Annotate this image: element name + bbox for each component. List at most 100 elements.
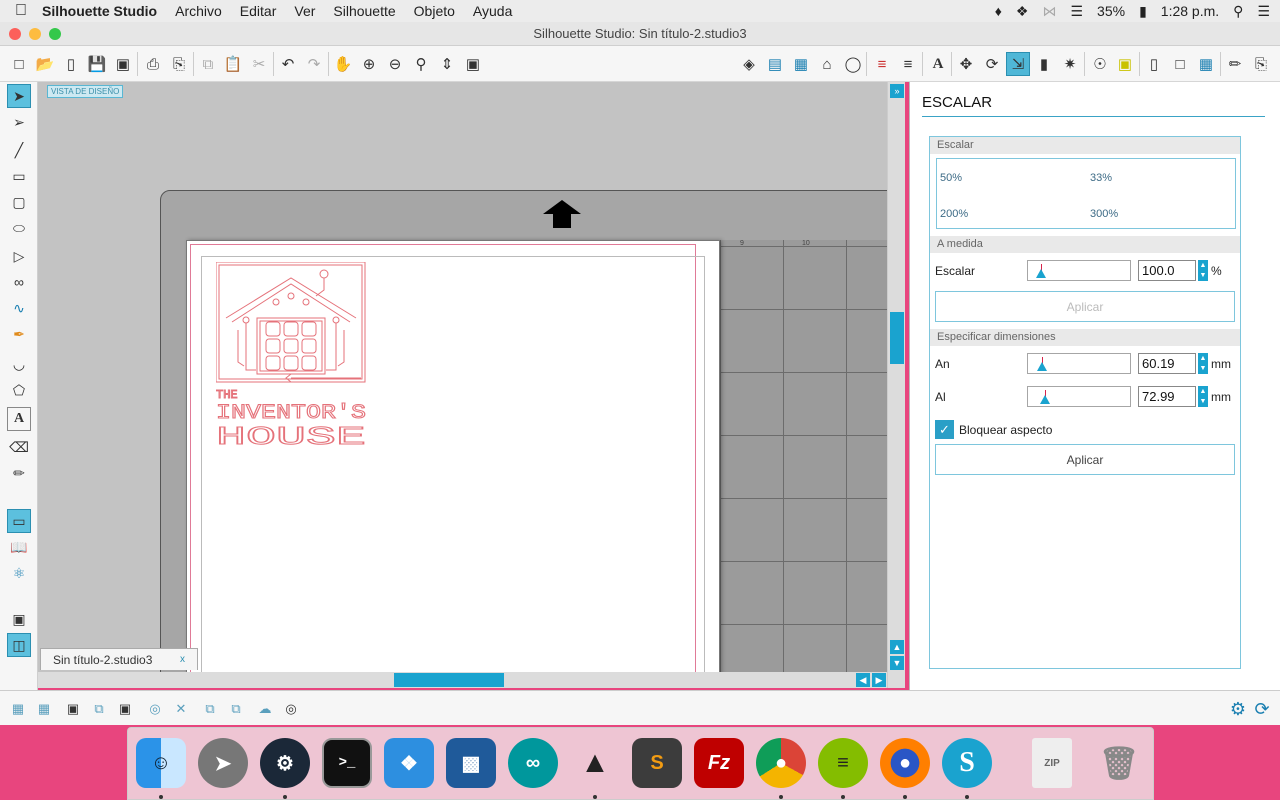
redo-icon[interactable]: ↷ xyxy=(302,52,326,76)
preset-300[interactable]: 300% xyxy=(1090,208,1118,220)
settings-gear-icon[interactable]: ⚙ xyxy=(1226,697,1250,721)
point-edit-icon[interactable]: ➢ xyxy=(7,110,31,134)
zoom-out-icon[interactable]: ⊖ xyxy=(383,52,407,76)
inventors-house-logo[interactable]: THE INVENTOR'S HOUSE xyxy=(216,262,368,450)
window-view-icon[interactable]: ▣ xyxy=(7,607,31,631)
clock[interactable]: 1:28 p.m. xyxy=(1161,3,1219,19)
gradient-icon[interactable]: ▤ xyxy=(763,52,787,76)
line-tool-icon[interactable]: ╱ xyxy=(7,138,31,162)
rotate-icon[interactable]: ⟳ xyxy=(980,52,1004,76)
scale-icon[interactable]: ⇲ xyxy=(1006,52,1030,76)
send-to-cutter-icon[interactable]: ⎘ xyxy=(1249,52,1273,76)
new-icon[interactable]: □ xyxy=(7,52,31,76)
collapse-panel-icon[interactable]: » xyxy=(890,84,904,98)
text-icon[interactable]: A xyxy=(926,52,950,76)
minimize-window-icon[interactable] xyxy=(29,28,41,40)
menu-objeto[interactable]: Objeto xyxy=(414,3,455,19)
design-view-icon[interactable]: ▭ xyxy=(7,509,31,533)
inkscape-icon[interactable]: ▲ xyxy=(570,738,620,788)
close-window-icon[interactable] xyxy=(9,28,21,40)
height-stepper[interactable]: ▲ ▼ xyxy=(1198,386,1208,407)
scroll-down-icon[interactable]: ▼ xyxy=(890,656,904,670)
document-tab[interactable]: Sin título-2.studio3 x xyxy=(40,648,198,670)
send-icon[interactable]: ⎘ xyxy=(167,52,191,76)
ellipse-tool-icon[interactable]: ⬭ xyxy=(7,216,31,240)
align-icon[interactable]: ▮ xyxy=(1032,52,1056,76)
zoom-box-icon[interactable]: ⚲ xyxy=(409,52,433,76)
lines-icon[interactable]: ≡ xyxy=(870,52,894,76)
copy-icon[interactable]: ⧉ xyxy=(196,52,220,76)
knife-icon[interactable]: ✏ xyxy=(1223,52,1247,76)
width-stepper[interactable]: ▲ ▼ xyxy=(1198,353,1208,374)
text-tool-icon[interactable]: A xyxy=(7,407,31,431)
dropbox-dock-icon[interactable]: ❖ xyxy=(384,738,434,788)
scroll-left-icon[interactable]: ◀ xyxy=(856,673,870,687)
line-color-icon[interactable]: ◯ xyxy=(841,52,865,76)
sublime-icon[interactable]: S xyxy=(632,738,682,788)
group-icon[interactable]: ▦ xyxy=(6,697,30,721)
app-menu[interactable]: Silhouette Studio xyxy=(42,3,157,19)
menu-archivo[interactable]: Archivo xyxy=(175,3,222,19)
finder-icon[interactable]: ☺ xyxy=(136,738,186,788)
scale-slider[interactable] xyxy=(1027,260,1131,281)
arc-tool-icon[interactable]: ◡ xyxy=(7,352,31,376)
spotlight-icon[interactable]: ⚲ xyxy=(1233,3,1243,20)
delete-icon[interactable]: ✕ xyxy=(169,697,193,721)
chrome-icon[interactable]: ● xyxy=(756,738,806,788)
trace-icon[interactable]: ☉ xyxy=(1088,52,1112,76)
cut-settings-icon[interactable]: □ xyxy=(1168,52,1192,76)
release-compound-icon[interactable]: ⧉ xyxy=(87,697,111,721)
dropbox-icon[interactable]: ❖ xyxy=(1016,3,1029,20)
print-icon[interactable]: ⎙ xyxy=(141,52,165,76)
open-icon[interactable]: 📂 xyxy=(33,52,57,76)
spotify-icon[interactable]: ≡ xyxy=(818,738,868,788)
weld-icon[interactable]: ▣ xyxy=(113,697,137,721)
notification-icon[interactable]: ♦ xyxy=(995,3,1002,19)
replicate-icon[interactable]: ✷ xyxy=(1058,52,1082,76)
dashes-icon[interactable]: ≡ xyxy=(896,52,920,76)
arduino-icon[interactable]: ∞ xyxy=(508,738,558,788)
scroll-right-icon[interactable]: ▶ xyxy=(872,673,886,687)
store-icon[interactable]: ⚛ xyxy=(7,561,31,585)
design-canvas[interactable]: VISTA DE DISEÑO 9 10 THE INVENTOR'S HOUS… xyxy=(38,82,887,688)
filezilla-icon[interactable]: Fz xyxy=(694,738,744,788)
cut-icon[interactable]: ✂ xyxy=(247,52,271,76)
pattern-icon[interactable]: ▦ xyxy=(789,52,813,76)
apply-dimensions-button[interactable]: Aplicar xyxy=(935,444,1235,475)
undo-icon[interactable]: ↶ xyxy=(276,52,300,76)
vertical-scroll-thumb[interactable] xyxy=(890,312,904,364)
template-icon[interactable]: ▯ xyxy=(59,52,83,76)
split-view-icon[interactable]: ◫ xyxy=(7,633,31,657)
trace-bottom-icon[interactable]: ◎ xyxy=(279,697,303,721)
virtualbox-icon[interactable]: ▩ xyxy=(446,738,496,788)
scale-stepper[interactable]: ▲ ▼ xyxy=(1198,260,1208,281)
steam-icon[interactable]: ⚙ xyxy=(260,738,310,788)
lock-aspect-checkbox[interactable]: ✓ xyxy=(935,420,954,439)
bring-front-icon[interactable]: ⧉ xyxy=(198,697,222,721)
freehand-tool-icon[interactable]: ∿ xyxy=(7,296,31,320)
sync-icon[interactable]: ⟳ xyxy=(1250,697,1274,721)
apply-scale-button[interactable]: Aplicar xyxy=(935,291,1235,322)
menu-editar[interactable]: Editar xyxy=(240,3,277,19)
close-tab-icon[interactable]: x xyxy=(180,649,185,671)
eraser-tool-icon[interactable]: ⌫ xyxy=(7,435,31,459)
grid-icon[interactable]: ▦ xyxy=(1194,52,1218,76)
fit-page-icon[interactable]: ▣ xyxy=(461,52,485,76)
zip-file-icon[interactable]: ZIP xyxy=(1032,738,1072,788)
rectangle-tool-icon[interactable]: ▭ xyxy=(7,164,31,188)
menu-ayuda[interactable]: Ayuda xyxy=(473,3,512,19)
knife-tool-icon[interactable]: ✏ xyxy=(7,461,31,485)
width-slider[interactable] xyxy=(1027,353,1131,374)
offset-bottom-icon[interactable]: ☁ xyxy=(253,697,277,721)
fill-icon[interactable]: ◈ xyxy=(737,52,761,76)
preset-33[interactable]: 33% xyxy=(1090,172,1112,184)
terminal-icon[interactable]: >_ xyxy=(322,738,372,788)
ungroup-icon[interactable]: ▦ xyxy=(32,697,56,721)
wifi-icon[interactable]: ☰ xyxy=(1070,3,1083,20)
select-tool-icon[interactable]: ➤ xyxy=(7,84,31,108)
transform-icon[interactable]: ✥ xyxy=(954,52,978,76)
send-back-icon[interactable]: ⧉ xyxy=(224,697,248,721)
vertical-scrollbar[interactable]: » ▲ ▼ xyxy=(887,82,905,688)
zoom-in-icon[interactable]: ⊕ xyxy=(357,52,381,76)
smooth-freehand-icon[interactable]: ✒ xyxy=(7,322,31,346)
